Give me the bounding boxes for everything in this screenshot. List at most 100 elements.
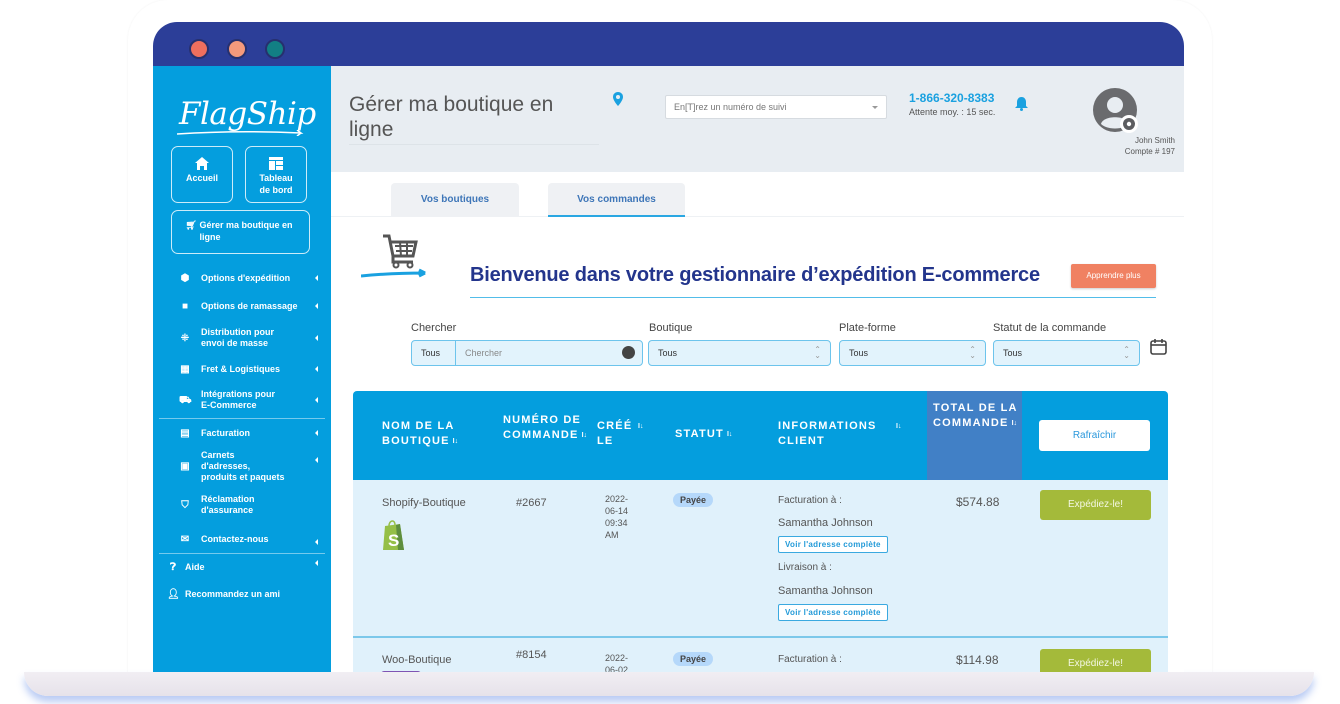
manage-shop-tile-label: Gérer ma boutique en ligne <box>199 220 293 242</box>
woocommerce-logo-icon: Woo <box>381 671 422 672</box>
sidebar-item-billing[interactable]: ▤ Facturation <box>153 419 331 447</box>
dropdown-arrow-icon <box>872 106 878 109</box>
caret-left-icon <box>315 539 318 545</box>
platform-filter-label: Plate-forme <box>839 322 896 334</box>
tracking-number-input[interactable]: En[T]rez un numéro de suivi <box>665 95 887 119</box>
sort-icon[interactable]: I↓ <box>582 432 587 439</box>
column-header-created[interactable]: CRÉÉ LEI↓ <box>597 419 661 449</box>
platform-filter-select[interactable]: Tous ⌃ ⌄ <box>839 340 986 366</box>
refresh-button[interactable]: Rafraîchir <box>1039 420 1150 451</box>
box-icon: ⬢ <box>180 272 190 284</box>
caret-left-icon <box>315 397 318 403</box>
manage-shop-tile-button[interactable]: 🛒︎ Gérer ma boutique en ligne <box>171 210 310 254</box>
home-tile-button[interactable]: Accueil <box>171 146 233 203</box>
location-pin-icon[interactable] <box>613 92 623 106</box>
shop-name: Woo-Boutique <box>382 654 452 666</box>
search-icon[interactable] <box>622 346 635 359</box>
welcome-title: Bienvenue dans votre gestionnaire d’expé… <box>470 264 1040 286</box>
view-billing-address-button[interactable]: Voir l'adresse complète <box>778 536 888 553</box>
sort-icon[interactable]: I↓ <box>453 438 458 445</box>
support-phone-link[interactable]: 1-866-320-8383 <box>909 91 994 105</box>
distribution-icon: ⁜ <box>180 332 190 344</box>
truck-icon: ■ <box>181 300 189 312</box>
sidebar-item-ecommerce-integrations[interactable]: ⛟ Intégrations pour E-Commerce <box>153 382 318 418</box>
user-avatar[interactable] <box>1093 88 1139 134</box>
account-number: Compte # 197 <box>1124 147 1175 156</box>
order-total: $114.98 <box>956 653 999 667</box>
minimize-window-button[interactable] <box>227 39 247 59</box>
billing-name: Samantha Johnson <box>778 517 873 529</box>
add-user-icon: 👤︎ <box>167 588 180 600</box>
sort-icon[interactable]: I↓ <box>1012 420 1017 427</box>
sidebar-item-label: Réclamation d'assurance <box>201 494 255 515</box>
sidebar-item-help[interactable]: ❓︎ Aide <box>153 554 331 580</box>
search-scope-select[interactable]: Tous <box>412 341 456 365</box>
notification-bell-icon[interactable] <box>1015 97 1028 111</box>
dashboard-tile-label: Tableau de bord <box>259 173 293 195</box>
sidebar-item-address-books[interactable]: ▣ Carnets d'adresses, produits et paquet… <box>153 447 318 485</box>
search-input[interactable]: Chercher <box>465 348 502 358</box>
dashboard-tile-button[interactable]: Tableau de bord <box>245 146 307 203</box>
column-header-shop-name[interactable]: NOM DE LA BOUTIQUE I↓ <box>382 419 482 449</box>
sidebar-item-label: Options d'expédition <box>201 272 291 283</box>
maximize-window-button[interactable] <box>265 39 285 59</box>
sidebar-item-shipping-options[interactable]: ⬢ Options d'expédition <box>153 264 331 292</box>
table-row: Shopify-Boutique S #2667 2022- 06-14 09:34… <box>353 480 1168 636</box>
orders-table-header: NOM DE LA BOUTIQUE I↓ NUMÉRO DE COMMANDE I… <box>353 391 1168 480</box>
ship-it-button[interactable]: Expédiez-le! <box>1040 649 1151 672</box>
sort-icon[interactable]: I↓ <box>727 431 732 438</box>
view-shipping-address-button[interactable]: Voir l'adresse complète <box>778 604 888 621</box>
created-date: 2022-06-0211:39 <box>605 653 629 672</box>
tracking-placeholder: En[T]rez un numéro de suivi <box>674 102 787 112</box>
invoice-icon: ▤ <box>180 427 190 439</box>
flagship-logo[interactable]: FlagShip <box>179 96 316 132</box>
home-icon <box>195 157 209 170</box>
shipping-label: Livraison à : <box>778 562 832 573</box>
sidebar-item-label: Aide <box>185 561 205 572</box>
tab-your-shops[interactable]: Vos boutiques <box>391 183 519 217</box>
sidebar-item-insurance-claim[interactable]: ⛉ Réclamation d'assurance <box>153 485 331 525</box>
order-number[interactable]: #8154 <box>516 649 547 661</box>
address-book-icon: ▣ <box>180 460 190 472</box>
table-row: Woo-Boutique Woo #8154 2022-06-0211:39 P… <box>353 636 1168 672</box>
sidebar-item-label: Recommandez un ami <box>185 588 281 599</box>
column-header-customer-info[interactable]: INFORMATIONS CLIENTI↓ <box>778 419 918 449</box>
shop-name: Shopify-Boutique <box>382 497 466 509</box>
sidebar-item-pickup-options[interactable]: ■ Options de ramassage <box>153 292 331 320</box>
sidebar-item-freight[interactable]: ▦ Fret & Logistiques <box>153 356 331 382</box>
close-window-button[interactable] <box>189 39 209 59</box>
column-header-order-total[interactable]: TOTAL DE LA COMMANDE I↓ <box>933 401 1021 431</box>
shop-filter-select[interactable]: Tous ⌃ ⌄ <box>648 340 831 366</box>
calendar-icon[interactable] <box>1150 338 1167 355</box>
select-arrows-icon: ⌃ ⌄ <box>814 345 821 360</box>
sidebar-item-label: Options de ramassage <box>201 300 298 311</box>
learn-more-button[interactable]: Apprendre plus <box>1071 264 1156 288</box>
ship-it-button[interactable]: Expédiez-le! <box>1040 490 1151 520</box>
search-filter: Tous Chercher <box>411 340 643 366</box>
status-filter-select[interactable]: Tous ⌃ ⌄ <box>993 340 1140 366</box>
cart-icon: ⛟ <box>179 394 192 406</box>
column-header-order-number[interactable]: NUMÉRO DE COMMANDE I↓ <box>503 413 593 443</box>
dashboard-icon <box>269 157 283 170</box>
sort-icon[interactable]: I↓ <box>638 423 643 430</box>
freight-truck-icon: ▦ <box>180 363 190 375</box>
envelope-icon: ✉ <box>180 533 190 545</box>
window-titlebar <box>153 22 1184 66</box>
column-header-status[interactable]: STATUT I↓ <box>675 427 732 442</box>
sidebar-item-refer-friend[interactable]: 👤︎ Recommandez un ami <box>153 580 331 608</box>
average-wait-time: Attente moy. : 15 sec. <box>909 107 996 117</box>
status-badge: Payée <box>673 652 714 666</box>
sort-icon[interactable]: I↓ <box>896 423 901 430</box>
shopping-cart-illustration-icon <box>361 234 426 278</box>
sidebar-item-bulk-distribution[interactable]: ⁜ Distribution pour envoi de masse <box>153 320 318 356</box>
order-number[interactable]: #2667 <box>516 497 547 509</box>
status-filter-label: Statut de la commande <box>993 322 1107 334</box>
billing-label: Facturation à : <box>778 654 842 665</box>
tab-your-orders[interactable]: Vos commandes <box>548 183 685 217</box>
shield-icon: ⛉ <box>181 499 189 511</box>
select-arrows-icon: ⌃ ⌄ <box>969 345 976 360</box>
created-date: 2022- 06-14 09:34 AM <box>605 494 629 540</box>
sidebar-item-contact[interactable]: ✉ Contactez-nous <box>153 525 331 553</box>
tab-bar: Vos boutiques Vos commandes <box>331 183 1184 217</box>
platform-filter-value: Tous <box>849 348 869 358</box>
